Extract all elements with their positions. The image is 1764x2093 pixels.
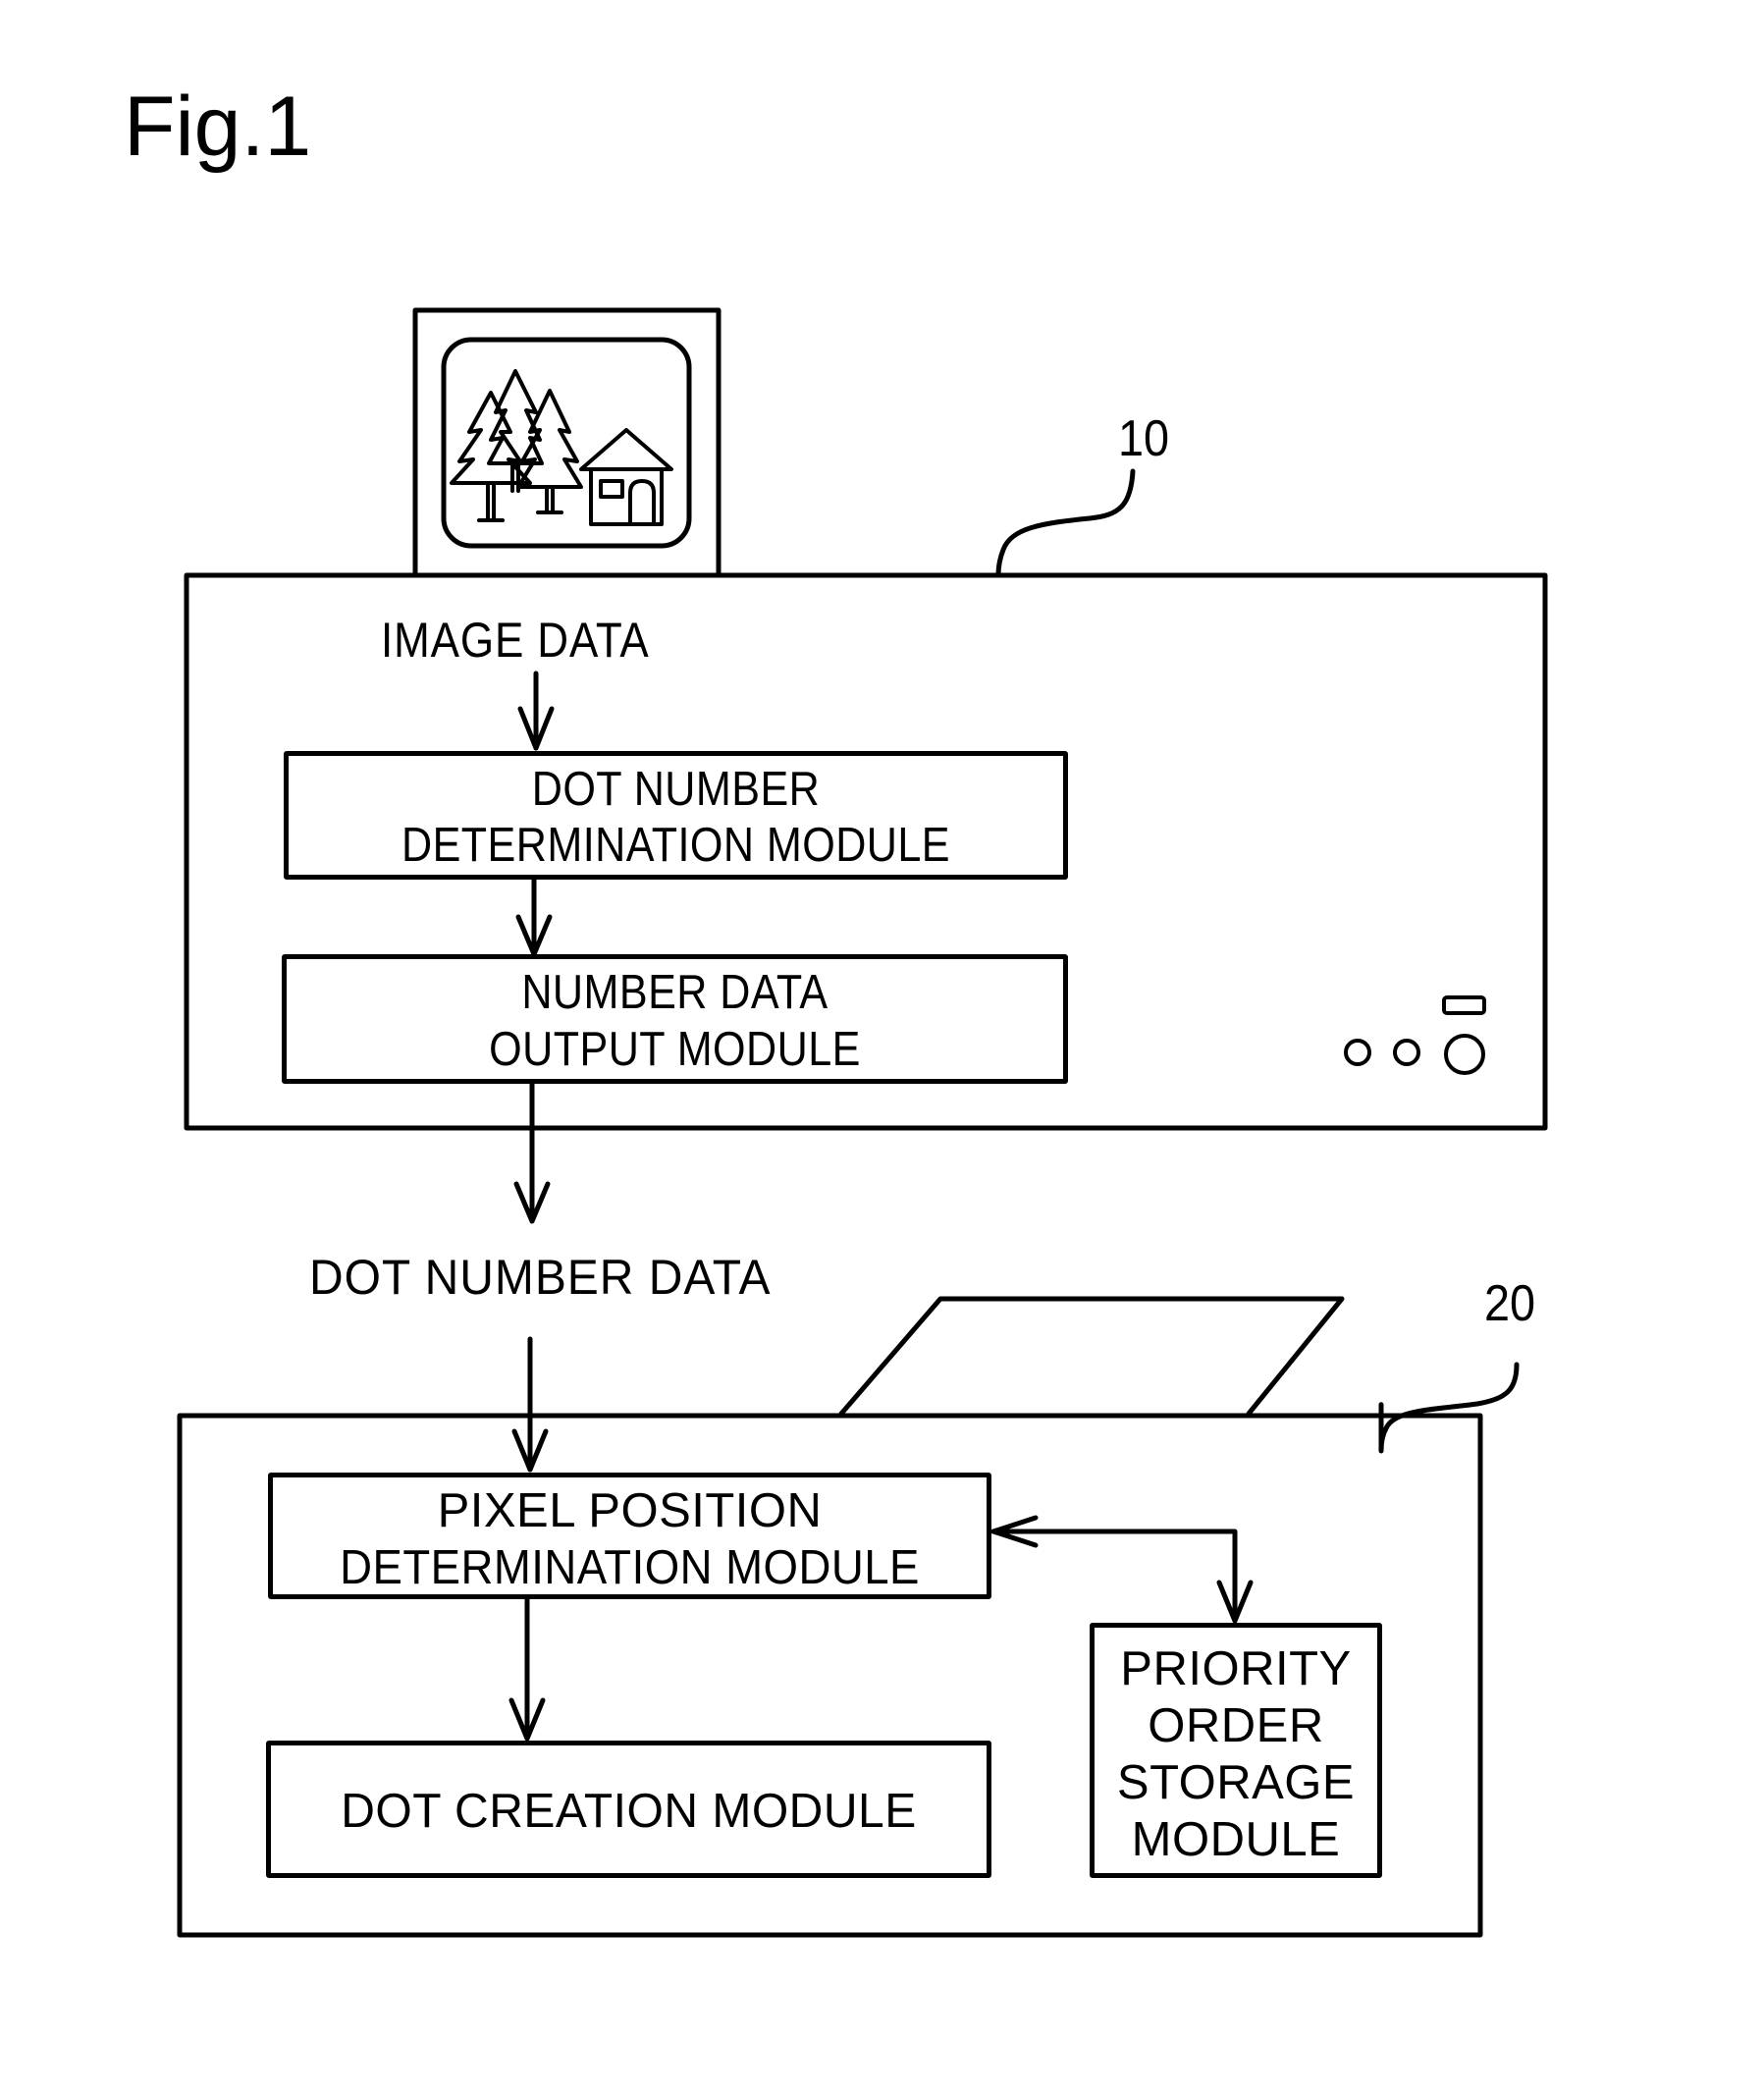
leader-line-20 (1378, 1362, 1520, 1454)
number-data-output-module: NUMBER DATA OUTPUT MODULE (282, 954, 1068, 1084)
module-label-line: ORDER (1148, 1699, 1324, 1752)
module-label-line: NUMBER DATA (521, 966, 829, 1019)
display-slot-icon (1442, 995, 1486, 1015)
pixel-position-determination-module: PIXEL POSITION DETERMINATION MODULE (268, 1473, 991, 1599)
module-label-line: DETERMINATION MODULE (401, 819, 950, 872)
reference-numeral-20: 20 (1484, 1275, 1536, 1332)
module-label-line: OUTPUT MODULE (489, 1023, 861, 1076)
paper-tray-icon (838, 1296, 1345, 1417)
house-icon (579, 428, 673, 526)
module-label-line: DOT CREATION MODULE (341, 1785, 917, 1838)
module-label-line: PIXEL POSITION (437, 1484, 823, 1537)
module-label-line: DOT NUMBER (531, 763, 821, 816)
arrow-dot-number-data-out (513, 1081, 551, 1224)
arrow-box1-to-box2 (515, 877, 553, 957)
indicator-light-icon (1344, 1039, 1371, 1066)
module-label-line: PRIORITY (1120, 1642, 1352, 1695)
arrow-into-device-20 (511, 1336, 549, 1473)
arrow-image-data (517, 671, 555, 751)
figure-title: Fig.1 (124, 80, 312, 174)
reference-numeral-10: 10 (1118, 410, 1170, 467)
arrow-pixel-to-dot-creation (508, 1597, 546, 1742)
module-label-line: DETERMINATION MODULE (340, 1541, 920, 1594)
module-label-line: STORAGE (1116, 1756, 1356, 1809)
dot-creation-module: DOT CREATION MODULE (266, 1741, 991, 1878)
dot-number-determination-module: DOT NUMBER DETERMINATION MODULE (284, 751, 1068, 880)
priority-order-storage-module: PRIORITY ORDER STORAGE MODULE (1090, 1623, 1382, 1878)
dot-number-data-label: DOT NUMBER DATA (309, 1250, 772, 1305)
indicator-light-icon (1393, 1039, 1420, 1066)
arrow-pixel-priority-bidirectional (990, 1515, 1254, 1624)
leader-line-10 (995, 468, 1136, 578)
image-data-label: IMAGE DATA (381, 613, 650, 668)
module-label-line: MODULE (1131, 1813, 1341, 1866)
monitor-icon (412, 307, 722, 578)
power-button-icon (1444, 1034, 1485, 1075)
